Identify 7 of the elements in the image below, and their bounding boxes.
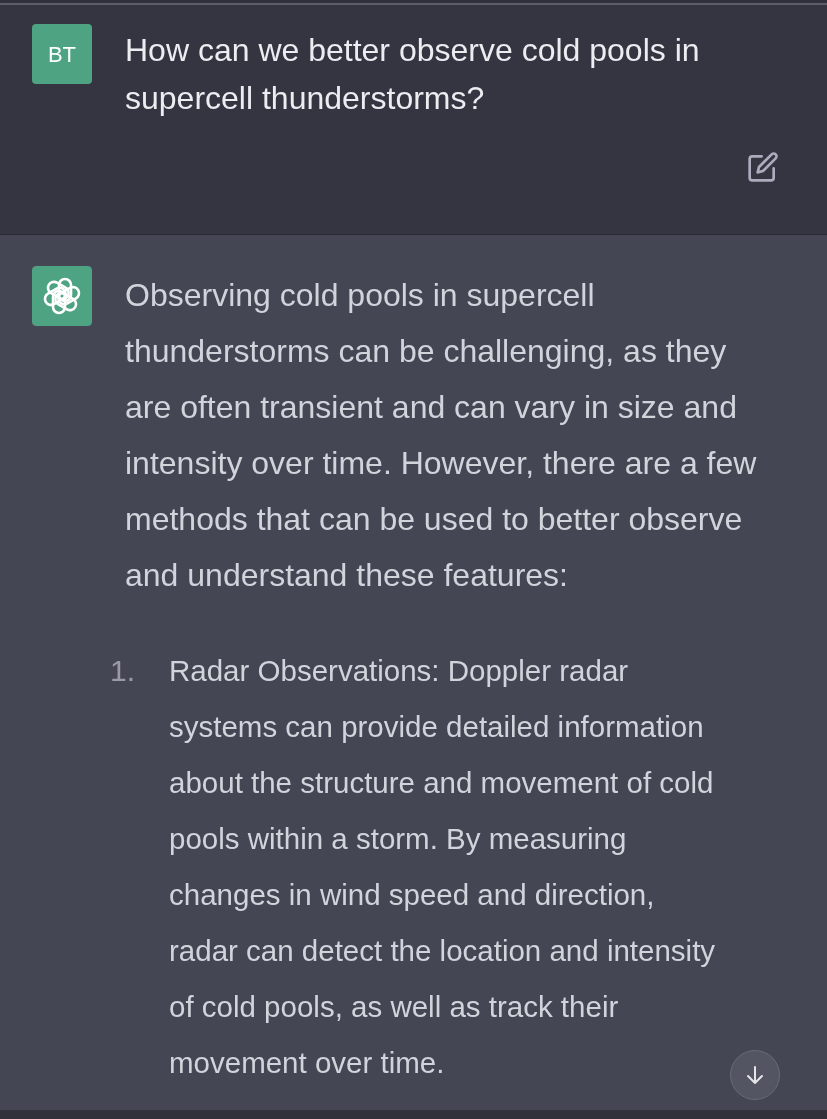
answer-paragraph: Observing cold pools in supercell thunderstorms can be challenging, as they are often transient and can vary in size and intensity over time. However, there are a few methods that can be used to better observe and understand these features: [125, 276, 758, 595]
list-item-text: Radar Observations: Doppler radar systems can provide detailed information about the structure and movement of cold pools within a storm. By measuring changes in wind speed and direction, radar can detect the location and intensity of cold pools, as well as track their movement over time. [169, 653, 717, 1081]
user-avatar: BT [32, 24, 92, 84]
edit-icon[interactable] [747, 151, 779, 183]
knot-logo-icon [32, 266, 92, 326]
list-number: 1. [110, 653, 137, 689]
user-question: How can we better observe cold pools in supercell thunderstorms? [125, 31, 701, 118]
